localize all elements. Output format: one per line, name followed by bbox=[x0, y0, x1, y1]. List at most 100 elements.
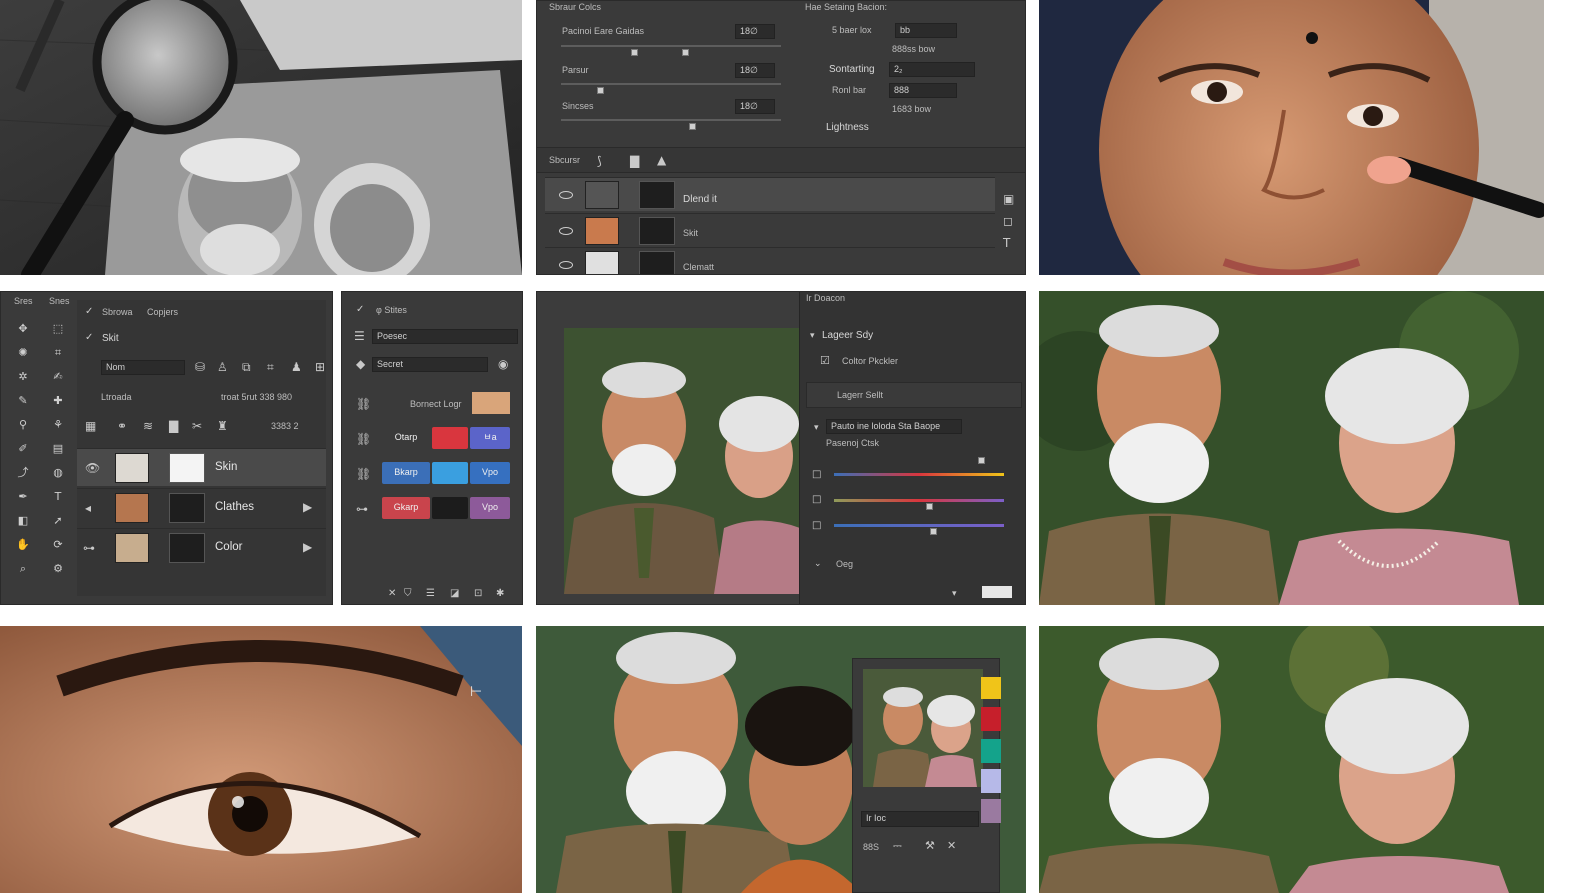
layer-split-row[interactable]: Lagerr Sellt bbox=[806, 382, 1022, 408]
wand-icon[interactable]: ⚒ bbox=[925, 840, 935, 852]
type-tool-icon[interactable]: T bbox=[49, 488, 67, 506]
visibility-eye-icon[interactable] bbox=[559, 191, 573, 199]
style-button-blue-3[interactable]: Vpo bbox=[470, 462, 510, 484]
slider-1-thumb-b[interactable] bbox=[682, 49, 689, 56]
gradient-tool-icon[interactable]: ▤ bbox=[49, 440, 67, 458]
style-button-mauve[interactable]: Vpo bbox=[470, 497, 510, 519]
play-icon[interactable]: ▶ bbox=[303, 541, 312, 553]
brush-tool-icon[interactable]: ✎ bbox=[14, 392, 32, 410]
eyedropper-tool-icon[interactable]: ✍ bbox=[49, 368, 67, 386]
stamp-icon[interactable]: ♟ bbox=[291, 361, 302, 373]
diamond-icon[interactable]: ◆ bbox=[356, 358, 365, 370]
swatch-lavender[interactable] bbox=[981, 769, 1001, 793]
slider-3-value[interactable]: 18∅ bbox=[735, 99, 775, 114]
brush-icon[interactable]: ⎓ bbox=[893, 840, 902, 852]
crop-tool-icon[interactable]: ⌗ bbox=[49, 344, 67, 362]
grid-icon[interactable]: ▦ bbox=[85, 420, 96, 432]
blur-tool-icon[interactable]: ◍ bbox=[49, 464, 67, 482]
swatch-teal[interactable] bbox=[981, 739, 1001, 763]
path-tool-icon[interactable]: ➚ bbox=[49, 512, 67, 530]
visibility-eye-icon[interactable]: ⊶ bbox=[83, 542, 95, 554]
person-icon[interactable]: ♙ bbox=[217, 361, 228, 373]
preset-path-field[interactable]: Pauto ine loloda Sta Baope bbox=[826, 419, 962, 434]
slider-1-track[interactable] bbox=[561, 45, 781, 47]
toggle-button[interactable] bbox=[982, 586, 1012, 598]
style-button-blue-2[interactable] bbox=[432, 462, 468, 484]
link-icon[interactable]: ⊶ bbox=[356, 503, 368, 515]
wand-icon[interactable]: ✱ bbox=[496, 588, 504, 600]
style-button-red[interactable] bbox=[432, 427, 468, 449]
chevron-down-icon[interactable]: ✓ bbox=[85, 306, 93, 318]
camera-tool-icon[interactable]: ⚙ bbox=[49, 560, 67, 578]
secret-dropdown[interactable]: Secret bbox=[372, 357, 488, 372]
visibility-eye-icon[interactable] bbox=[559, 227, 573, 235]
style-button-red-2[interactable]: Gkarp bbox=[382, 497, 430, 519]
style-button-black[interactable] bbox=[432, 497, 468, 519]
crop-icon[interactable]: ⌗ bbox=[267, 361, 274, 373]
swatch-mauve[interactable] bbox=[981, 799, 1001, 823]
slider-2-value[interactable]: 18∅ bbox=[735, 63, 775, 78]
close-icon[interactable]: ✕ bbox=[388, 588, 396, 600]
style-button-orange[interactable]: Otarp bbox=[382, 427, 430, 449]
dropdown-arrow-icon[interactable]: ▾ bbox=[952, 588, 957, 600]
right-row-3-field[interactable]: 888 bbox=[889, 83, 957, 98]
chevron-down-icon[interactable]: ▾ bbox=[814, 422, 819, 434]
checkbox-empty-icon[interactable]: □ bbox=[812, 520, 821, 532]
filter-icon[interactable]: ⛉ bbox=[404, 588, 412, 600]
target-icon[interactable]: ◉ bbox=[498, 358, 508, 370]
add-icon[interactable]: ⊞ bbox=[315, 361, 325, 373]
gradient-slider-2[interactable] bbox=[834, 499, 1004, 502]
history-brush-icon[interactable]: ⤴ bbox=[14, 464, 32, 482]
brush-icon[interactable]: ⟆ bbox=[597, 155, 602, 167]
link-icon[interactable]: ⛓ bbox=[356, 468, 371, 480]
layer-name-field[interactable]: Ir Ioc bbox=[861, 811, 979, 827]
right-row-2-field[interactable]: 2₂ bbox=[889, 62, 975, 77]
chevron-down-icon[interactable]: ✓ bbox=[356, 304, 364, 316]
slider-2-thumb[interactable] bbox=[597, 87, 604, 94]
play-icon[interactable]: ▶ bbox=[303, 501, 312, 513]
gradient-slider-2-thumb[interactable] bbox=[926, 503, 933, 510]
visibility-eye-icon[interactable]: ◂ bbox=[85, 502, 91, 514]
layer-row-color[interactable]: ⊶ Color ▶ bbox=[77, 528, 326, 566]
gradient-slider-3-thumb[interactable] bbox=[930, 528, 937, 535]
list-icon[interactable]: ☰ bbox=[354, 330, 365, 342]
gradient-slider-3[interactable] bbox=[834, 524, 1004, 527]
checkbox-empty-icon[interactable]: □ bbox=[812, 494, 821, 506]
swatch-red[interactable] bbox=[981, 707, 1001, 731]
zoom-tool-icon[interactable]: ⌕ bbox=[14, 560, 32, 578]
link-icon[interactable]: ⧉ bbox=[242, 361, 251, 373]
link-chain-icon[interactable]: ⚭ bbox=[117, 420, 127, 432]
slider-1-thumb-a[interactable] bbox=[631, 49, 638, 56]
rotate-tool-icon[interactable]: ⟳ bbox=[49, 536, 67, 554]
checkbox-icon[interactable]: ☑ bbox=[820, 355, 830, 367]
chevron-down-icon[interactable]: ✓ bbox=[85, 332, 93, 344]
chevron-down-icon[interactable]: ⌄ bbox=[814, 558, 822, 570]
gradient-slider-1[interactable] bbox=[834, 473, 1004, 476]
eraser-tool-icon[interactable]: ✐ bbox=[14, 440, 32, 458]
move-tool-icon[interactable]: ✥ bbox=[14, 320, 32, 338]
hand-tool-icon[interactable]: ✋ bbox=[14, 536, 32, 554]
close-icon[interactable]: ✕ bbox=[947, 840, 956, 852]
slider-2-track[interactable] bbox=[561, 83, 781, 85]
folder-icon[interactable]: ▇ bbox=[630, 155, 639, 167]
style-button-blue-1[interactable]: Bkarp bbox=[382, 462, 430, 484]
slider-1-value[interactable]: 18∅ bbox=[735, 24, 775, 39]
chevron-down-icon[interactable]: ▾ bbox=[810, 330, 815, 342]
marquee-tool-icon[interactable]: ⬚ bbox=[49, 320, 67, 338]
layer-row-clematt[interactable]: Clematt bbox=[545, 247, 995, 274]
wand-tool-icon[interactable]: ✲ bbox=[14, 368, 32, 386]
stamp-tool-icon[interactable]: ⚲ bbox=[14, 416, 32, 434]
visibility-eye-icon[interactable]: 👁 bbox=[85, 462, 100, 474]
save-icon[interactable]: ▣ bbox=[1003, 193, 1014, 205]
layer-row-clothes[interactable]: ◂ Clathes ▶ bbox=[77, 488, 326, 526]
stamp-icon[interactable]: ▲ bbox=[657, 154, 666, 166]
fx-icon[interactable]: ≋ bbox=[143, 420, 153, 432]
lasso-tool-icon[interactable]: ✺ bbox=[14, 344, 32, 362]
folder-icon[interactable]: ▇ bbox=[169, 420, 178, 432]
swatch-yellow[interactable] bbox=[981, 677, 1001, 699]
adjustment-icon[interactable]: ✂ bbox=[192, 420, 202, 432]
visibility-eye-icon[interactable] bbox=[559, 261, 573, 269]
camera-icon[interactable]: ⊡ bbox=[474, 588, 482, 600]
heal-tool-icon[interactable]: ✚ bbox=[49, 392, 67, 410]
link-icon[interactable]: ⛓ bbox=[356, 398, 371, 410]
